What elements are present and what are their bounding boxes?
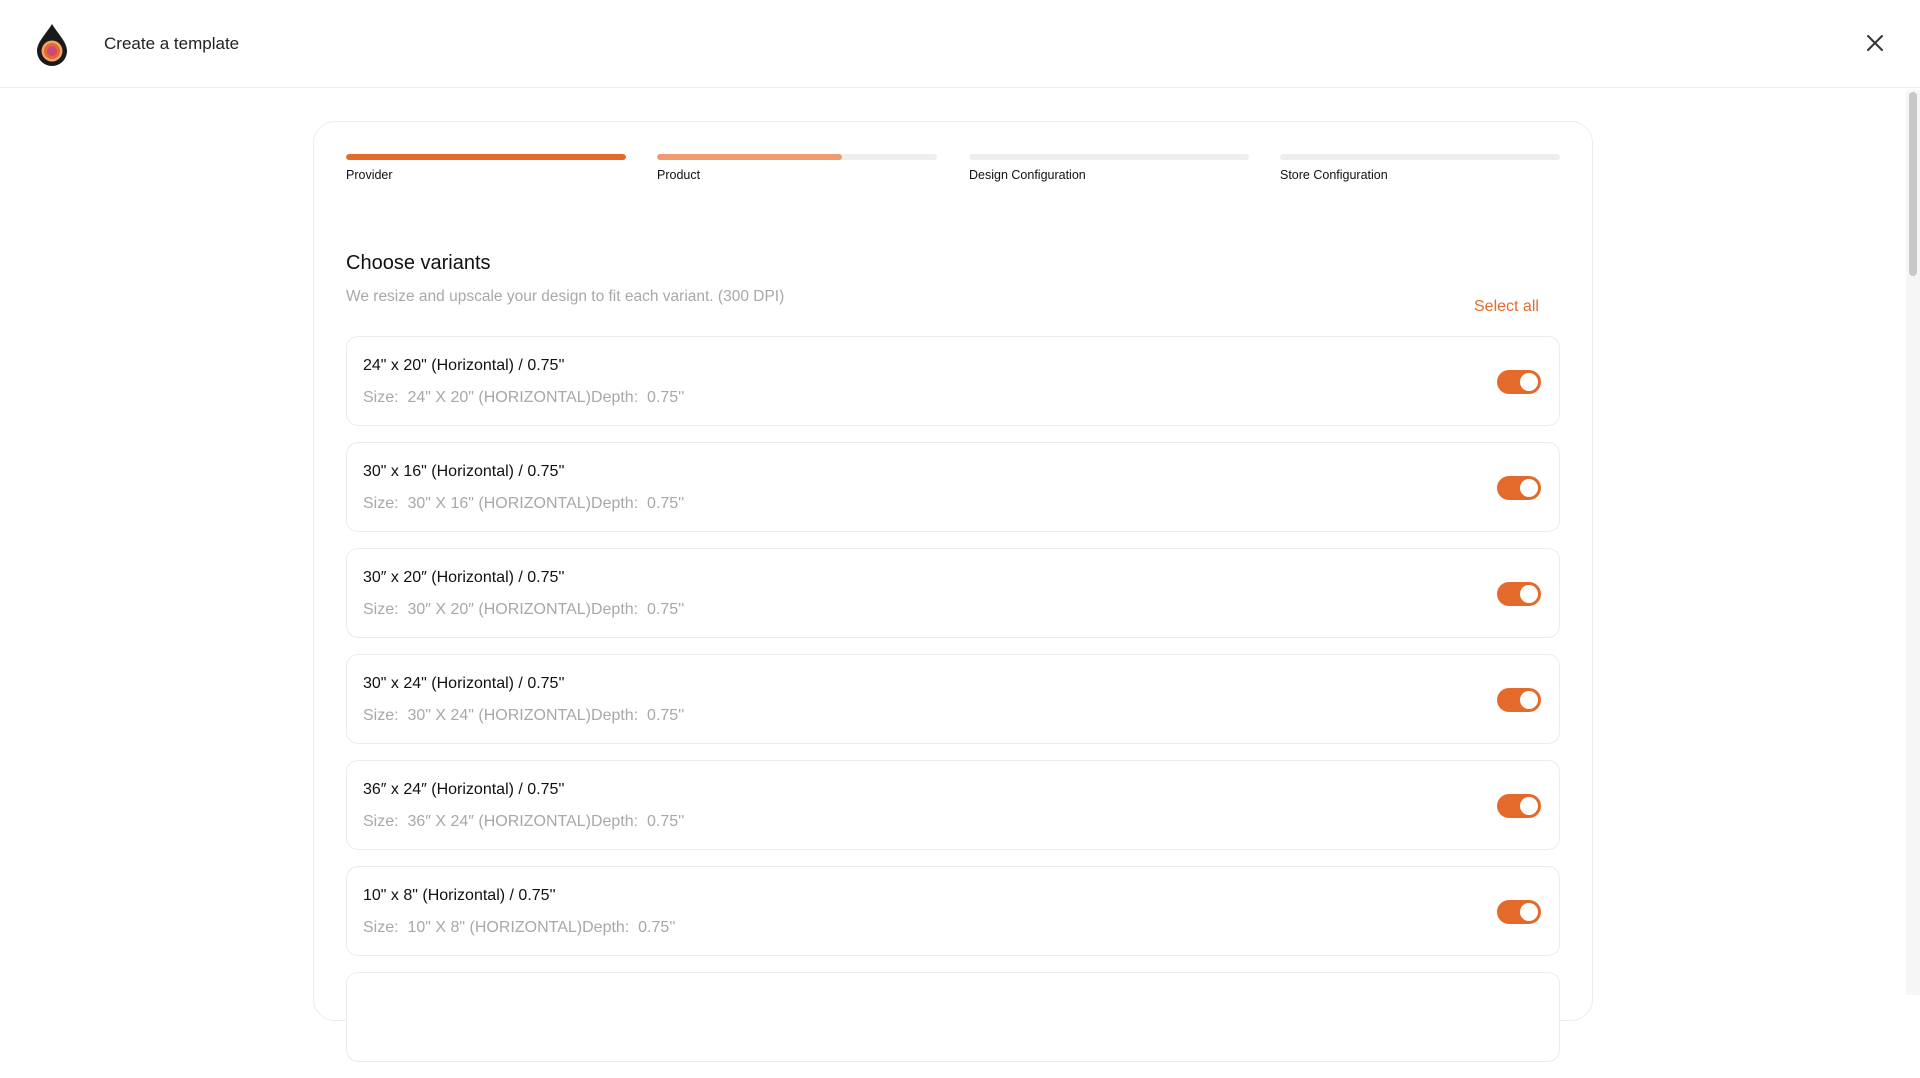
toggle-knob xyxy=(1520,797,1538,815)
step-label: Store Configuration xyxy=(1280,168,1388,182)
step-label: Design Configuration xyxy=(969,168,1086,182)
toggle-knob xyxy=(1520,479,1538,497)
variant-detail: Size: 24" X 20" (HORIZONTAL)Depth: 0.75'… xyxy=(363,389,685,406)
variant-row[interactable]: 30" x 16" (Horizontal) / 0.75'' Size: 30… xyxy=(346,442,1560,532)
top-bar: Create a template xyxy=(0,0,1920,88)
step-store-configuration[interactable]: Store Configuration xyxy=(1280,154,1560,182)
variant-row[interactable]: 30″ x 20″ (Horizontal) / 0.75'' Size: 30… xyxy=(346,548,1560,638)
close-icon[interactable] xyxy=(1864,32,1886,54)
toggle-knob xyxy=(1520,691,1538,709)
variant-name: 30" x 24" (Horizontal) / 0.75'' xyxy=(363,675,565,692)
variant-toggle[interactable] xyxy=(1497,476,1541,500)
variant-row[interactable]: 36″ x 24″ (Horizontal) / 0.75'' Size: 36… xyxy=(346,760,1560,850)
variant-detail: Size: 30" X 16" (HORIZONTAL)Depth: 0.75'… xyxy=(363,495,685,512)
variant-detail: Size: 30″ X 20″ (HORIZONTAL)Depth: 0.75'… xyxy=(363,601,685,618)
variant-name: 30″ x 20″ (Horizontal) / 0.75'' xyxy=(363,569,565,586)
step-provider[interactable]: Provider xyxy=(346,154,626,182)
scrollbar[interactable] xyxy=(1906,90,1920,995)
step-progress-fill xyxy=(657,154,842,160)
variant-toggle[interactable] xyxy=(1497,688,1541,712)
step-product[interactable]: Product xyxy=(657,154,937,182)
step-design-configuration[interactable]: Design Configuration xyxy=(969,154,1249,182)
stepper: Provider Product Design Configuration St… xyxy=(346,154,1560,194)
variant-name: 10" x 8" (Horizontal) / 0.75'' xyxy=(363,887,556,904)
variant-detail: Size: 30" X 24" (HORIZONTAL)Depth: 0.75'… xyxy=(363,707,685,724)
select-all-button[interactable]: Select all xyxy=(1474,298,1539,316)
step-progress-track xyxy=(1280,154,1560,160)
variant-row[interactable]: 10" x 8" (Horizontal) / 0.75'' Size: 10"… xyxy=(346,866,1560,956)
toggle-knob xyxy=(1520,903,1538,921)
variant-toggle[interactable] xyxy=(1497,794,1541,818)
variant-detail: Size: 10" X 8" (HORIZONTAL)Depth: 0.75'' xyxy=(363,919,676,936)
section-subtitle: We resize and upscale your design to fit… xyxy=(346,288,785,305)
variant-row[interactable]: 24" x 20" (Horizontal) / 0.75'' Size: 24… xyxy=(346,336,1560,426)
variant-row[interactable] xyxy=(346,972,1560,1062)
variant-toggle[interactable] xyxy=(1497,370,1541,394)
variant-name: 24" x 20" (Horizontal) / 0.75'' xyxy=(363,357,565,374)
scrollbar-thumb[interactable] xyxy=(1909,92,1917,276)
page-title: Create a template xyxy=(104,34,240,53)
step-progress-track xyxy=(969,154,1249,160)
variant-row[interactable]: 30" x 24" (Horizontal) / 0.75'' Size: 30… xyxy=(346,654,1560,744)
variant-list: 24" x 20" (Horizontal) / 0.75'' Size: 24… xyxy=(346,336,1560,1078)
variant-toggle[interactable] xyxy=(1497,900,1541,924)
template-wizard-card: Provider Product Design Configuration St… xyxy=(313,121,1593,1062)
step-progress-fill xyxy=(346,154,626,160)
toggle-knob xyxy=(1520,373,1538,391)
step-progress-track xyxy=(346,154,626,160)
step-progress-track xyxy=(657,154,937,160)
variant-name: 36″ x 24″ (Horizontal) / 0.75'' xyxy=(363,781,565,798)
variant-name: 30" x 16" (Horizontal) / 0.75'' xyxy=(363,463,565,480)
step-label: Product xyxy=(657,168,701,182)
variant-detail: Size: 36″ X 24″ (HORIZONTAL)Depth: 0.75'… xyxy=(363,813,685,830)
section-title: Choose variants xyxy=(346,252,491,274)
step-label: Provider xyxy=(346,168,393,182)
logo-icon xyxy=(37,24,67,66)
toggle-knob xyxy=(1520,585,1538,603)
variant-toggle[interactable] xyxy=(1497,582,1541,606)
